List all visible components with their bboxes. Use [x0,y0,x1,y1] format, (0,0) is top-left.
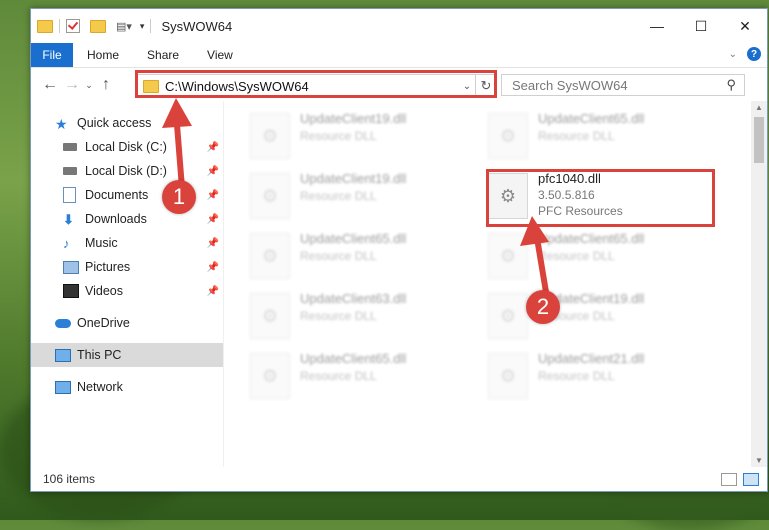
annotation-badge-2: 2 [526,290,560,324]
arrow-1 [162,98,549,295]
annotation-badge-1: 1 [162,180,196,214]
